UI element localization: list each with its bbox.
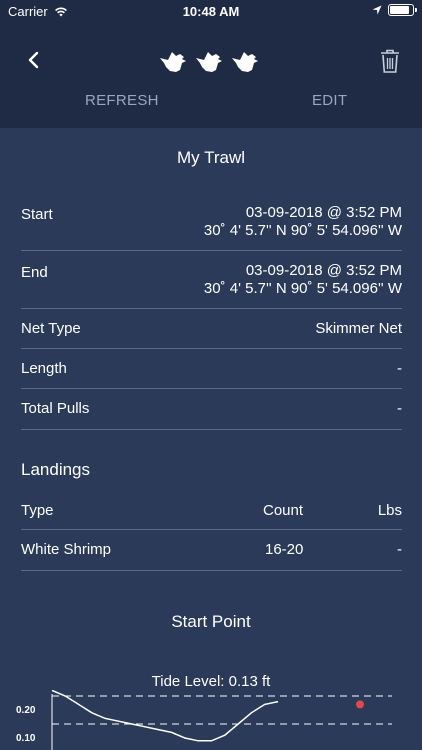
tide-chart: 0.20 0.10	[16, 690, 392, 750]
start-label: Start	[21, 206, 53, 223]
net-type-value: Skimmer Net	[315, 320, 402, 337]
landings-header-type: Type	[21, 502, 54, 519]
edit-button[interactable]: EDIT	[312, 92, 347, 109]
total-pulls-value: -	[397, 400, 402, 417]
landing-count: 16-20	[265, 541, 304, 558]
total-pulls-label: Total Pulls	[21, 400, 90, 417]
end-coords: 30˚ 4' 5.7'' N 90˚ 5' 54.096'' W	[203, 280, 402, 297]
start-row: Start 03-09-2018 @ 3:52 PM 30˚ 4' 5.7'' …	[21, 195, 402, 251]
chart-ytick-1: 0.10	[16, 733, 36, 744]
length-value: -	[397, 360, 402, 377]
tide-series-line	[51, 690, 279, 742]
battery-icon	[388, 4, 417, 16]
trash-icon[interactable]	[378, 48, 402, 74]
tide-level-label: Tide Level: 0.13 ft	[151, 673, 271, 690]
ducks-logo-icon	[160, 52, 258, 72]
length-label: Length	[21, 360, 67, 377]
start-coords: 30˚ 4' 5.7'' N 90˚ 5' 54.096'' W	[203, 222, 402, 239]
total-pulls-row: Total Pulls -	[21, 390, 402, 430]
status-bar: Carrier 10:48 AM	[0, 0, 422, 22]
trawl-title: My Trawl	[177, 148, 245, 167]
status-right	[372, 4, 417, 16]
landings-header-lbs: Lbs	[377, 502, 402, 519]
location-arrow-icon	[372, 5, 382, 15]
table-row[interactable]: White Shrimp 16-20 -	[21, 531, 402, 571]
start-value: 03-09-2018 @ 3:52 PM 30˚ 4' 5.7'' N 90˚ …	[204, 204, 402, 240]
status-time: 10:48 AM	[182, 4, 240, 19]
end-label: End	[21, 264, 48, 281]
refresh-button[interactable]: REFRESH	[85, 92, 159, 109]
length-row: Length -	[21, 350, 402, 389]
landing-type: White Shrimp	[21, 541, 112, 558]
end-datetime: 03-09-2018 @ 3:52 PM	[245, 262, 402, 279]
landings-header-row: Type Count Lbs	[21, 492, 402, 530]
chart-ytick-0: 0.20	[16, 705, 36, 716]
landings-title: Landings	[21, 460, 91, 479]
end-row: End 03-09-2018 @ 3:52 PM 30˚ 4' 5.7'' N …	[21, 252, 402, 309]
current-tide-marker	[356, 700, 364, 709]
start-datetime: 03-09-2018 @ 3:52 PM	[245, 204, 402, 221]
net-type-label: Net Type	[21, 320, 81, 337]
net-type-row: Net Type Skimmer Net	[21, 310, 402, 349]
start-point-title: Start Point	[171, 612, 251, 631]
end-value: 03-09-2018 @ 3:52 PM 30˚ 4' 5.7'' N 90˚ …	[204, 262, 402, 298]
landing-lbs: -	[397, 541, 402, 558]
back-chevron-icon[interactable]	[20, 46, 48, 74]
landings-header-count: Count	[263, 502, 304, 519]
nav-header: REFRESH EDIT	[0, 22, 422, 128]
